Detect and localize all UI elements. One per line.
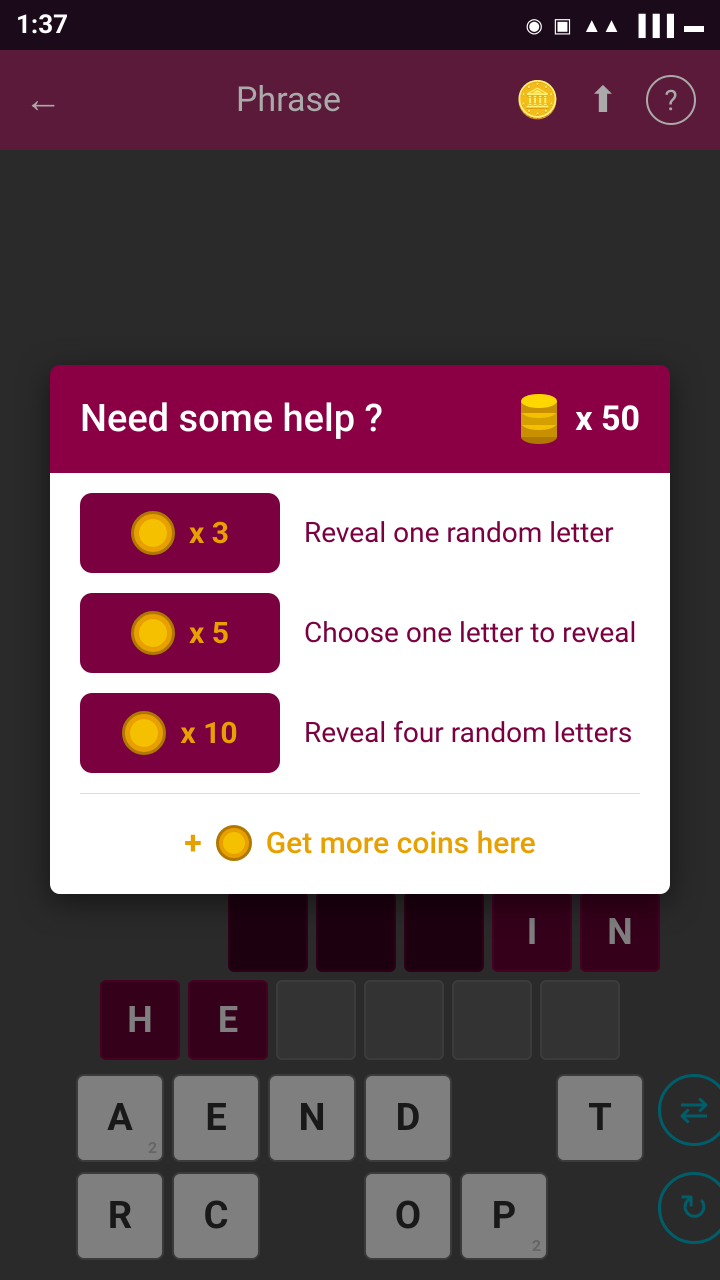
option-1-cost: x 3 xyxy=(189,516,229,551)
game-background: Need some help ? x 50 xyxy=(0,150,720,1280)
status-time: 1:37 xyxy=(16,10,68,40)
status-bar: 1:37 ◉ ▣ ▲▲ ▐▐▐ ▬ xyxy=(0,0,720,50)
wifi-icon: ▲▲ xyxy=(582,13,622,38)
coin-stack-icon xyxy=(513,393,565,445)
help-option-3[interactable]: x 10 Reveal four random letters xyxy=(80,693,640,773)
option-2-cost: x 5 xyxy=(189,616,229,651)
share-icon[interactable]: ⬆ xyxy=(588,79,618,121)
help-option-2[interactable]: x 5 Choose one letter to reveal xyxy=(80,593,640,673)
help-option-1[interactable]: x 3 Reveal one random letter xyxy=(80,493,640,573)
signal-bars-icon: ▐▐▐ xyxy=(631,13,674,38)
top-bar: ← Phrase 🪙 ⬆ ? xyxy=(0,50,720,150)
option-3-badge[interactable]: x 10 xyxy=(80,693,280,773)
sim-icon: ▣ xyxy=(553,13,572,37)
coin-icon-get xyxy=(216,825,252,861)
plus-sign: + xyxy=(184,824,201,862)
dialog-header: Need some help ? x 50 xyxy=(50,365,670,473)
option-3-desc: Reveal four random letters xyxy=(304,715,632,751)
option-2-desc: Choose one letter to reveal xyxy=(304,615,636,651)
divider xyxy=(80,793,640,794)
coins-icon[interactable]: 🪙 xyxy=(515,79,560,121)
coin-icon-1 xyxy=(131,511,175,555)
dialog-title: Need some help ? xyxy=(80,397,383,441)
status-icons: ◉ ▣ ▲▲ ▐▐▐ ▬ xyxy=(526,13,704,38)
get-more-coins-button[interactable]: + Get more coins here xyxy=(80,802,640,884)
option-1-badge[interactable]: x 3 xyxy=(80,493,280,573)
top-bar-actions: 🪙 ⬆ ? xyxy=(515,75,696,125)
coin-info: x 50 xyxy=(513,393,640,445)
dialog-body: x 3 Reveal one random letter x 5 Choose … xyxy=(50,473,670,894)
back-button[interactable]: ← xyxy=(24,78,62,122)
page-title: Phrase xyxy=(236,80,341,120)
get-coins-label: Get more coins here xyxy=(266,826,536,861)
option-1-desc: Reveal one random letter xyxy=(304,515,614,551)
option-2-badge[interactable]: x 5 xyxy=(80,593,280,673)
help-dialog: Need some help ? x 50 xyxy=(50,365,670,894)
coin-icon-2 xyxy=(131,611,175,655)
signal-icon: ◉ xyxy=(526,13,543,37)
coin-count-label: x 50 xyxy=(575,399,640,439)
battery-icon: ▬ xyxy=(684,13,704,38)
help-icon[interactable]: ? xyxy=(646,75,696,125)
option-3-cost: x 10 xyxy=(180,716,237,751)
coin-icon-3 xyxy=(122,711,166,755)
